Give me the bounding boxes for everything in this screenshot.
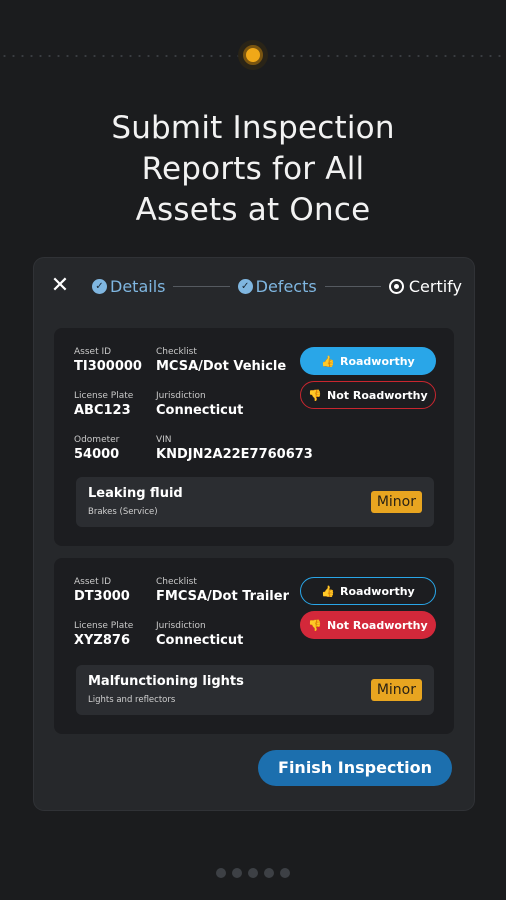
page-dot[interactable] [280,868,290,878]
not-roadworthy-label: Not Roadworthy [327,618,428,632]
defect-title: Malfunctioning lights [88,674,244,689]
jurisdiction-label: Jurisdiction [156,621,206,631]
defect-item[interactable]: Leaking fluid Brakes (Service) Minor [76,477,434,527]
roadworthy-label: Roadworthy [339,354,415,368]
jurisdiction-field: Jurisdiction Connecticut [156,620,243,650]
step-connector [173,285,230,287]
finish-inspection-button[interactable]: Finish Inspection [258,750,452,786]
odometer-field: Odometer 54000 [74,434,119,464]
headline-line-3: Assets at Once [135,192,371,228]
license-plate-field: License Plate XYZ876 [74,620,133,650]
asset-id-field: Asset ID TI300000 [74,346,142,376]
asset-id-value: DT3000 [74,589,130,604]
page-dot[interactable] [248,868,258,878]
not-roadworthy-button[interactable]: 👎 Not Roadworthy [300,381,436,409]
thumbs-up-icon: 👍 [321,354,335,368]
step-defects-label: Defects [255,276,317,296]
license-plate-label: License Plate [74,391,134,401]
defect-title: Leaking fluid [88,486,183,501]
page-indicator [0,868,506,878]
defect-item[interactable]: Malfunctioning lights Lights and reflect… [76,665,434,715]
vin-label: VIN [156,435,172,445]
thumbs-down-icon: 👎 [308,618,323,632]
step-details-label: Details [110,276,166,296]
close-icon[interactable]: ✕ [50,275,70,297]
severity-badge: Minor [370,491,422,513]
step-certify-label: Certify [408,276,462,296]
license-plate-label: License Plate [74,621,134,631]
roadworthy-button[interactable]: 👍 Roadworthy [300,577,436,605]
step-connector [324,285,381,287]
asset-id-field: Asset ID DT3000 [74,576,130,606]
checklist-label: Checklist [156,347,197,357]
step-details[interactable]: ✓ Details [92,277,165,296]
jurisdiction-label: Jurisdiction [156,391,206,401]
stepper: ✕ ✓ Details ✓ Defects Certify [34,258,474,314]
checklist-value: MCSA/Dot Vehicle [156,359,287,374]
defect-subtitle: Brakes (Service) [88,507,158,517]
inspection-card: ✕ ✓ Details ✓ Defects Certify Asset ID T… [34,258,474,810]
checklist-label: Checklist [156,577,197,587]
asset-card: Asset ID DT3000 Checklist FMCSA/Dot Trai… [54,558,454,734]
thumbs-down-icon: 👎 [308,388,323,402]
checklist-value: FMCSA/Dot Trailer [156,589,289,604]
checklist-field: Checklist MCSA/Dot Vehicle [156,346,286,376]
thumbs-up-icon: 👍 [321,584,335,598]
check-circle-icon: ✓ [92,278,107,294]
jurisdiction-field: Jurisdiction Connecticut [156,390,243,420]
not-roadworthy-label: Not Roadworthy [327,388,428,402]
license-plate-value: XYZ876 [74,633,130,648]
page-dot[interactable] [216,868,226,878]
step-defects[interactable]: ✓ Defects [237,276,317,296]
roadworthy-label: Roadworthy [339,584,415,598]
odometer-label: Odometer [74,435,120,445]
radio-icon [388,278,404,294]
checklist-field: Checklist FMCSA/Dot Trailer [156,576,289,606]
headline-line-1: Submit Inspection [111,110,395,146]
asset-id-value: TI300000 [74,359,142,374]
defect-subtitle: Lights and reflectors [88,695,176,705]
vin-field: VIN KNDJN2A22E7760673 [156,434,313,464]
vin-value: KNDJN2A22E7760673 [156,447,313,462]
headline: Submit Inspection Reports for All Assets… [0,108,506,231]
page-dot[interactable] [232,868,242,878]
not-roadworthy-button[interactable]: 👎 Not Roadworthy [300,611,436,639]
asset-id-label: Asset ID [74,347,112,357]
page-dot[interactable] [264,868,274,878]
jurisdiction-value: Connecticut [156,403,244,418]
roadworthy-button[interactable]: 👍 Roadworthy [300,347,436,375]
check-circle-icon: ✓ [237,278,253,294]
jurisdiction-value: Connecticut [156,633,244,648]
step-certify[interactable]: Certify [388,276,462,296]
license-plate-field: License Plate ABC123 [74,390,133,420]
progress-marker-icon [238,40,268,70]
odometer-value: 54000 [74,447,120,462]
headline-line-2: Reports for All [141,151,365,187]
asset-id-label: Asset ID [74,577,112,587]
license-plate-value: ABC123 [74,403,131,418]
asset-card: Asset ID TI300000 Checklist MCSA/Dot Veh… [54,328,454,546]
severity-badge: Minor [370,679,422,701]
